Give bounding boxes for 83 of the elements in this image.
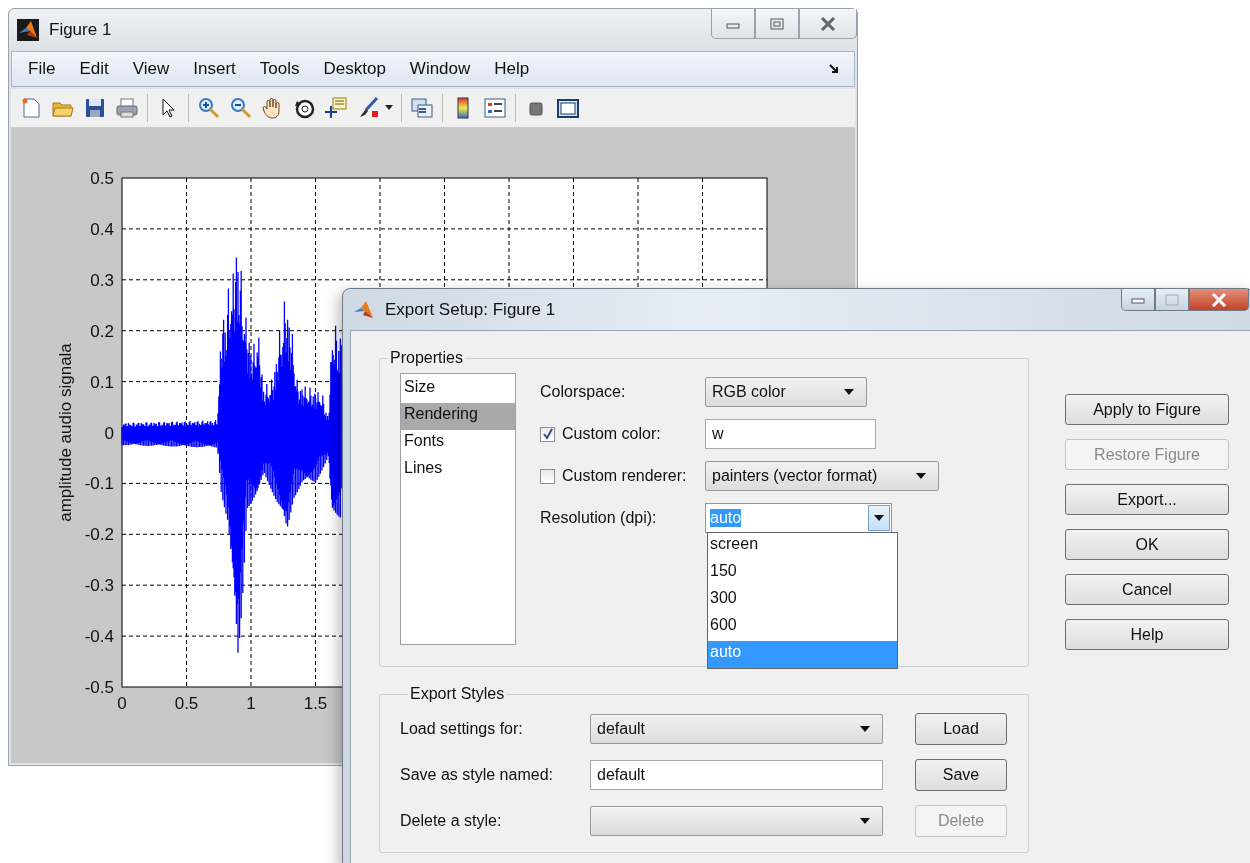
axis-label: amplitude audio signala	[56, 343, 75, 522]
menu-item[interactable]: Edit	[79, 59, 109, 79]
checkbox-label: Custom color:	[562, 425, 661, 443]
list-item[interactable]: Fonts	[401, 430, 515, 457]
menu-item[interactable]: Tools	[259, 59, 300, 79]
checkbox[interactable]	[540, 468, 555, 484]
tick-label: 0.5	[174, 694, 199, 713]
field-label: Delete a style:	[400, 812, 503, 830]
colorspace-dropdown[interactable]: RGB color	[705, 377, 867, 407]
minimize-icon	[1131, 295, 1145, 304]
style-button[interactable]: Save	[915, 759, 1007, 791]
field-label: Save as style named:	[400, 766, 554, 784]
caret-icon	[860, 726, 870, 732]
data-cursor-icon[interactable]	[325, 96, 349, 120]
zoom-out-icon[interactable]	[229, 96, 253, 120]
caret-icon[interactable]	[385, 105, 393, 111]
field-label: Load settings for:	[400, 720, 524, 738]
dialog-button[interactable]: Apply to Figure	[1065, 394, 1229, 425]
tick-label: 0.4	[90, 219, 114, 239]
dialog-button[interactable]: Export...	[1065, 484, 1229, 515]
close-button[interactable]	[799, 9, 857, 39]
style-button[interactable]: Load	[915, 713, 1007, 745]
tick-label: -0.5	[84, 678, 114, 697]
save-icon[interactable]	[83, 96, 107, 120]
list-item[interactable]: Size	[401, 376, 515, 403]
brush-icon[interactable]	[357, 96, 381, 120]
caret-icon	[844, 389, 854, 395]
menu-item[interactable]: Window	[409, 59, 471, 79]
tick-label: 0.3	[90, 270, 114, 290]
menu-item[interactable]: Help	[494, 59, 530, 79]
caret-icon	[860, 818, 870, 824]
dialog-button[interactable]: Cancel	[1065, 574, 1229, 605]
tick-label: -0.4	[84, 627, 114, 647]
dropdown-option[interactable]: 300	[708, 587, 897, 614]
renderer-dropdown[interactable]: painters (vector format)	[705, 461, 939, 491]
caret-icon	[916, 473, 926, 479]
maximize-button[interactable]	[1155, 289, 1189, 311]
matlab-logo-icon	[17, 19, 39, 41]
color-field[interactable]: w	[705, 419, 876, 449]
legend-icon[interactable]	[483, 96, 507, 120]
dropdown-option[interactable]: 150	[708, 560, 897, 587]
window-title: Figure 1	[49, 20, 112, 40]
close-icon	[820, 16, 836, 31]
caret-icon	[874, 515, 884, 521]
close-button[interactable]	[1189, 289, 1249, 311]
printer-icon[interactable]	[115, 96, 139, 120]
dropdown-option[interactable]: screen	[708, 533, 897, 560]
field-label: Colorspace:	[540, 383, 627, 401]
tick-label: 0	[104, 423, 114, 443]
tick-label: -0.3	[84, 576, 114, 596]
group-label: Properties	[389, 349, 464, 367]
layout-icon[interactable]	[556, 96, 580, 120]
menu-item[interactable]: View	[132, 59, 170, 79]
dock-arrow-icon[interactable]	[828, 63, 840, 75]
style-dropdown[interactable]: default	[590, 714, 883, 744]
tick-label: 0.1	[90, 372, 114, 392]
tick-label: 0.5	[90, 169, 114, 188]
style-name-field[interactable]: default	[590, 760, 883, 790]
field-label: Resolution (dpi):	[540, 509, 658, 527]
dialog-button[interactable]: OK	[1065, 529, 1229, 560]
tick-label: 0.2	[90, 321, 114, 341]
menu-item[interactable]: File	[28, 59, 56, 79]
list-item[interactable]: Lines	[401, 457, 515, 484]
dropdown-option[interactable]: 600	[708, 614, 897, 641]
menu-item[interactable]: Insert	[193, 59, 236, 79]
tick-label: -0.2	[84, 525, 114, 545]
maximize-icon	[1165, 293, 1179, 306]
tick-label: 0	[117, 694, 127, 713]
list-item[interactable]: Rendering	[401, 403, 515, 430]
close-icon	[1211, 292, 1227, 307]
minimize-button[interactable]	[1121, 289, 1155, 311]
tick-label: 1.5	[303, 694, 328, 713]
checkbox[interactable]	[540, 426, 555, 442]
link-icon[interactable]	[410, 96, 434, 120]
checkbox-label: Custom renderer:	[562, 467, 687, 485]
window-title: Export Setup: Figure 1	[385, 299, 556, 320]
tick-label: -0.1	[84, 474, 114, 494]
menu-item[interactable]: Desktop	[323, 59, 386, 79]
zoom-in-icon[interactable]	[197, 96, 221, 120]
maximize-icon	[770, 17, 784, 30]
group-label: Export Styles	[409, 685, 506, 703]
dialog-button[interactable]: Help	[1065, 619, 1229, 650]
tick-label: 1	[246, 694, 256, 713]
